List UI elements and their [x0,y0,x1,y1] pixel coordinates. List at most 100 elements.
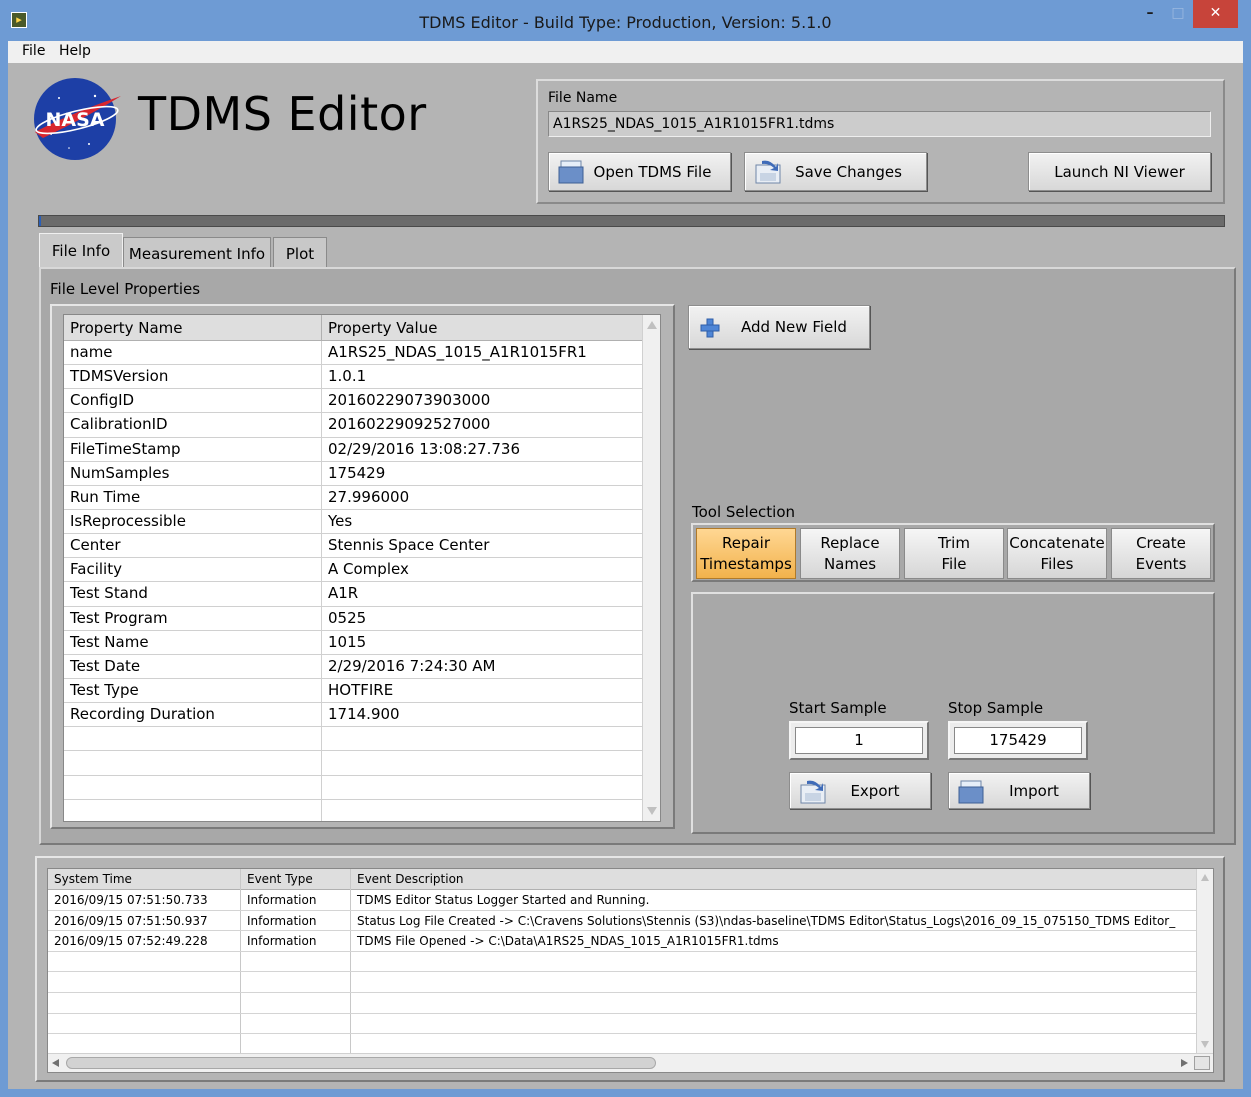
property-name-cell[interactable]: FileTimeStamp [64,437,322,461]
tab-file-info[interactable]: File Info [39,233,123,268]
table-row[interactable]: TDMSVersion 1.0.1 [64,365,642,390]
table-row[interactable]: 2016/09/15 07:51:50.733 Information TDMS E… [48,890,1196,911]
table-row[interactable]: 2016/09/15 07:51:50.937 Information Status… [48,910,1196,932]
property-name-cell[interactable] [64,775,322,799]
launch-ni-viewer-button[interactable]: Launch NI Viewer [1028,152,1211,191]
table-row[interactable]: Test Type HOTFIRE [64,678,642,704]
tool-create-events-button[interactable]: Create Events [1111,528,1211,579]
export-button[interactable]: Export [789,772,931,809]
column-header-property-value[interactable]: Property Value [322,315,642,341]
property-name-cell[interactable]: ConfigID [64,389,322,413]
table-row[interactable]: Center Stennis Space Center [64,534,642,559]
table-row[interactable]: ConfigID 20160229073903000 [64,389,642,414]
start-sample-field[interactable]: 1 [789,721,929,760]
status-log-table[interactable]: System Time Event Type Event Description… [47,868,1214,1073]
save-changes-button[interactable]: Save Changes [744,152,927,191]
tool-replace-names-button[interactable]: Replace Names [800,528,900,579]
add-new-field-button[interactable]: Add New Field [688,305,870,349]
property-name-cell[interactable]: Test Stand [64,582,322,606]
table-row[interactable] [48,951,1196,973]
property-value-cell[interactable]: 20160229073903000 [322,389,642,412]
property-value-cell[interactable]: 1714.900 [322,703,642,726]
properties-table[interactable]: Property Name Property Value name A1RS25_… [63,314,661,822]
property-value-cell[interactable]: A1R [322,582,642,605]
tool-concatenate-files-button[interactable]: Concatenate Files [1007,528,1107,579]
import-button[interactable]: Import [948,772,1090,809]
maximize-button[interactable]: □ [1165,0,1191,28]
table-row[interactable] [48,972,1196,993]
status-log-vertical-scrollbar[interactable] [1196,869,1213,1053]
property-value-cell[interactable]: 175429 [322,462,642,485]
table-row[interactable]: NumSamples 175429 [64,461,642,486]
property-value-cell[interactable]: A Complex [322,558,642,581]
property-name-cell[interactable]: Facility [64,558,322,582]
scroll-up-arrow-icon[interactable] [647,321,657,329]
table-row[interactable] [64,751,642,776]
property-value-cell[interactable]: 0525 [322,607,642,630]
scroll-down-arrow-icon[interactable] [1201,1041,1209,1048]
property-value-cell[interactable] [322,800,642,821]
property-value-cell[interactable]: Stennis Space Center [322,534,642,557]
scroll-up-arrow-icon[interactable] [1201,874,1209,881]
open-tdms-file-button[interactable]: Open TDMS File [548,152,731,191]
start-sample-value[interactable]: 1 [795,727,923,754]
column-header-event-type[interactable]: Event Type [241,869,351,890]
property-value-cell[interactable]: 1015 [322,631,642,654]
table-row[interactable] [64,775,642,800]
property-value-cell[interactable]: Yes [322,510,642,533]
table-row[interactable]: IsReprocessible Yes [64,509,642,535]
tool-trim-file-button[interactable]: Trim File [904,528,1004,579]
close-button[interactable]: ✕ [1193,0,1238,28]
column-header-system-time[interactable]: System Time [48,869,241,890]
property-value-cell[interactable]: 20160229092527000 [322,413,642,436]
table-row[interactable] [48,1013,1196,1035]
property-name-cell[interactable]: Test Name [64,630,322,654]
property-name-cell[interactable] [64,751,322,775]
property-value-cell[interactable]: HOTFIRE [322,679,642,702]
table-row[interactable] [48,1034,1196,1055]
property-name-cell[interactable]: Recording Duration [64,703,322,727]
title-bar[interactable]: ▸ TDMS Editor - Build Type: Production, … [0,0,1251,41]
menu-file[interactable]: File [22,43,45,59]
table-row[interactable]: Facility A Complex [64,558,642,583]
file-name-field[interactable]: A1RS25_NDAS_1015_A1R1015FR1.tdms [548,111,1211,137]
property-value-cell[interactable]: 27.996000 [322,486,642,509]
property-name-cell[interactable]: CalibrationID [64,413,322,437]
property-name-cell[interactable]: NumSamples [64,461,322,485]
tab-measurement-info[interactable]: Measurement Info [123,237,271,269]
table-row[interactable]: CalibrationID 20160229092527000 [64,413,642,438]
table-row[interactable]: Run Time 27.996000 [64,485,642,510]
scroll-right-arrow-icon[interactable] [1181,1059,1188,1067]
property-name-cell[interactable]: Run Time [64,485,322,509]
table-row[interactable]: 2016/09/15 07:52:49.228 Information TDMS F… [48,931,1196,952]
menu-help[interactable]: Help [59,43,91,59]
table-row[interactable]: Test Name 1015 [64,630,642,655]
property-name-cell[interactable]: TDMSVersion [64,365,322,389]
horizontal-scroll-thumb[interactable] [66,1057,656,1069]
scroll-left-arrow-icon[interactable] [52,1059,59,1067]
property-value-cell[interactable] [322,751,642,774]
property-name-cell[interactable]: Center [64,534,322,558]
table-row[interactable]: Test Stand A1R [64,582,642,607]
property-name-cell[interactable]: IsReprocessible [64,509,322,534]
table-row[interactable]: name A1RS25_NDAS_1015_A1R1015FR1 [64,341,642,366]
property-name-cell[interactable]: name [64,341,322,365]
property-name-cell[interactable]: Test Program [64,606,322,630]
minimize-button[interactable]: – [1137,0,1163,28]
table-row[interactable]: Recording Duration 1714.900 [64,703,642,728]
status-log-horizontal-scrollbar[interactable] [48,1053,1213,1072]
property-value-cell[interactable] [322,727,642,750]
column-header-property-name[interactable]: Property Name [64,315,322,341]
column-header-event-description[interactable]: Event Description [351,869,1196,890]
property-value-cell[interactable] [322,776,642,799]
property-name-cell[interactable] [64,727,322,751]
property-value-cell[interactable]: 02/29/2016 13:08:27.736 [322,438,642,461]
tool-repair-timestamps-button[interactable]: Repair Timestamps [696,528,796,579]
property-value-cell[interactable]: 1.0.1 [322,365,642,388]
scrollbar-grip-icon[interactable] [1194,1056,1210,1070]
scroll-down-arrow-icon[interactable] [647,807,657,815]
stop-sample-value[interactable]: 175429 [954,727,1082,754]
table-row[interactable] [64,799,642,821]
properties-vertical-scrollbar[interactable] [642,315,660,821]
property-name-cell[interactable]: Test Date [64,654,322,678]
